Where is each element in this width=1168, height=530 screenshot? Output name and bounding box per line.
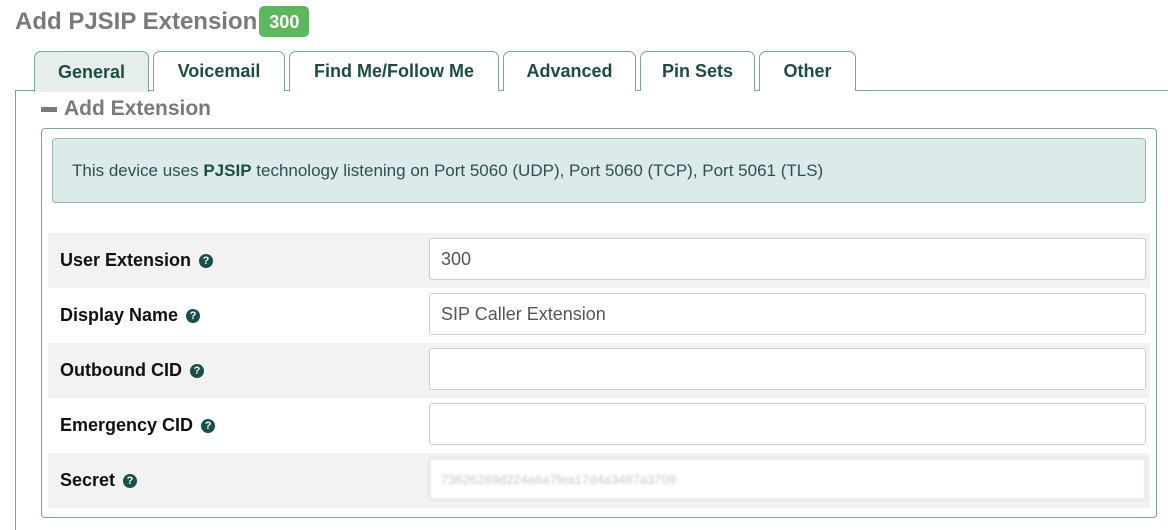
question-circle-icon[interactable]: ? (123, 473, 138, 488)
secret-input[interactable] (429, 458, 1146, 500)
emergency-cid-input[interactable] (429, 403, 1146, 445)
tab-general[interactable]: General (34, 51, 149, 92)
question-circle-icon[interactable]: ? (201, 418, 216, 433)
tab-pin-sets[interactable]: Pin Sets (640, 51, 755, 91)
form-label: Secret ? (48, 470, 416, 491)
section-toggle[interactable]: Add Extension (41, 97, 211, 121)
display-name-input[interactable] (429, 293, 1146, 335)
question-circle-icon[interactable]: ? (186, 308, 201, 323)
user-extension-input[interactable] (429, 238, 1146, 280)
display-name-label: Display Name (60, 305, 179, 325)
section-title: Add Extension (64, 97, 212, 120)
form-row-outbound-cid: Outbound CID ? (48, 343, 1150, 398)
outbound-cid-input[interactable] (429, 348, 1146, 390)
form-row-emergency-cid: Emergency CID ? (48, 398, 1150, 453)
info-prefix: This device uses (72, 160, 204, 180)
form-row-user-extension: User Extension ? (48, 233, 1150, 288)
tab-find-me-follow-me[interactable]: Find Me/Follow Me (289, 51, 499, 91)
page-title: Add PJSIP Extension (15, 7, 258, 35)
tab-other[interactable]: Other (759, 51, 856, 91)
tab-advanced[interactable]: Advanced (503, 51, 636, 91)
form-row-display-name: Display Name ? (48, 288, 1150, 343)
tab-voicemail[interactable]: Voicemail (153, 51, 285, 91)
extension-badge: 300 (259, 6, 310, 37)
form-row-secret: Secret ? (48, 453, 1150, 508)
form-label: Outbound CID ? (48, 360, 416, 381)
user-extension-label: User Extension (60, 250, 192, 270)
info-tech: PJSIP (203, 160, 252, 180)
form-label: User Extension ? (48, 250, 416, 271)
secret-label: Secret (60, 470, 116, 490)
form-label: Emergency CID ? (48, 415, 416, 436)
info-suffix: technology listening on Port 5060 (UDP),… (251, 160, 824, 180)
info-alert: This device uses PJSIP technology listen… (52, 138, 1146, 203)
tab-bar: General Voicemail Find Me/Follow Me Adva… (34, 51, 860, 92)
question-circle-icon[interactable]: ? (199, 253, 214, 268)
form-label: Display Name ? (48, 305, 416, 326)
minus-icon (41, 106, 57, 112)
question-circle-icon[interactable]: ? (189, 363, 204, 378)
emergency-cid-label: Emergency CID (60, 415, 194, 435)
outbound-cid-label: Outbound CID (60, 360, 182, 380)
page-heading: Add PJSIP Extension 300 (15, 6, 310, 37)
